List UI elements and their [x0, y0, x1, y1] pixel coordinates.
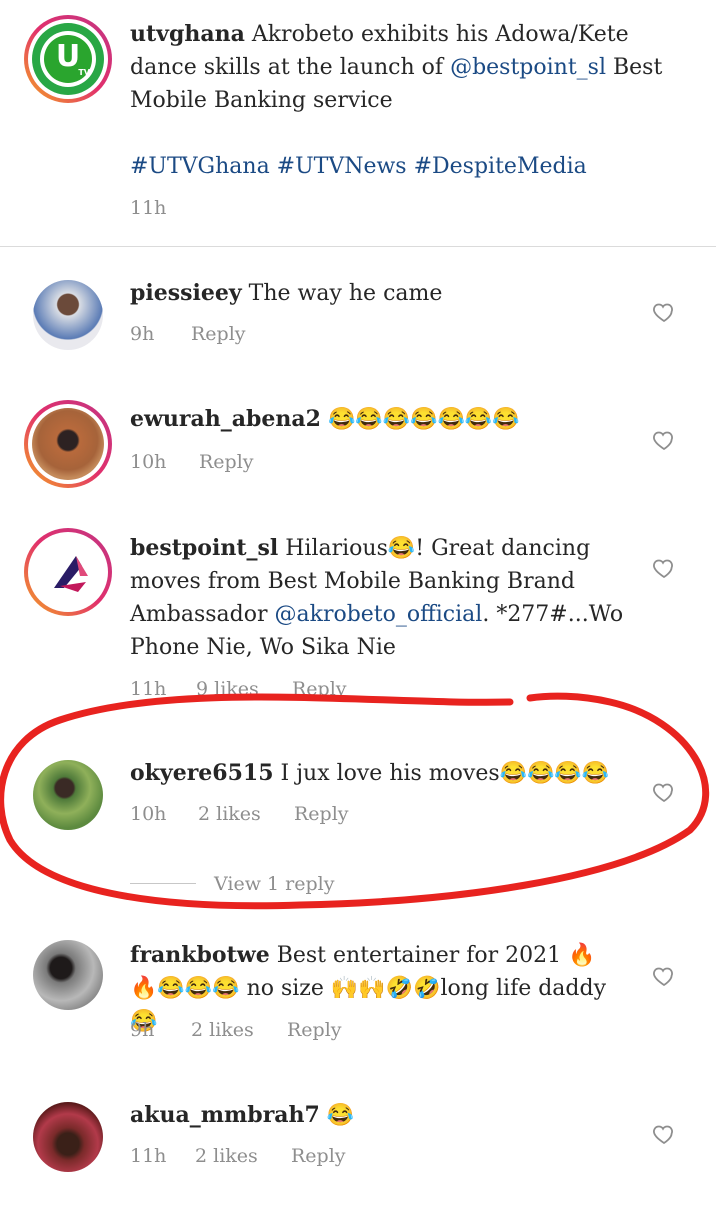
hashtags[interactable]: #UTVGhana #UTVNews #DespiteMedia	[130, 154, 587, 179]
avatar[interactable]	[33, 1102, 103, 1172]
utv-logo: U TV	[44, 35, 92, 83]
heart-icon[interactable]	[652, 964, 676, 988]
heart-icon[interactable]	[652, 428, 676, 452]
post-username[interactable]: utvghana	[130, 21, 245, 47]
likes-count[interactable]: 2 likes	[191, 1019, 254, 1041]
comment-text: 😂😂😂😂😂😂😂	[327, 407, 520, 432]
comment-username[interactable]: piessieey	[130, 280, 242, 306]
comment-username[interactable]: bestpoint_sl	[130, 535, 278, 561]
comment-username[interactable]: frankbotwe	[130, 942, 270, 968]
heart-icon[interactable]	[652, 556, 676, 580]
post-avatar[interactable]: U TV	[24, 15, 112, 103]
comment-username[interactable]: akua_mmbrah7	[130, 1102, 320, 1128]
post-time: 11h	[130, 197, 167, 219]
bestpoint-logo	[54, 556, 88, 592]
mention-link[interactable]: @akrobeto_official	[275, 602, 483, 627]
comment-text: The way he came	[248, 281, 443, 306]
mention-link[interactable]: @bestpoint_sl	[450, 55, 606, 80]
reply-button[interactable]: Reply	[291, 1145, 346, 1167]
reply-button[interactable]: Reply	[191, 323, 246, 345]
comment-time: 9h	[130, 1019, 155, 1041]
heart-icon[interactable]	[652, 300, 676, 324]
comment-time: 9h	[130, 323, 155, 345]
comment-username[interactable]: ewurah_abena2	[130, 406, 321, 432]
avatar[interactable]	[33, 280, 103, 350]
post-caption: utvghana Akrobeto exhibits his Adowa/Ket…	[130, 21, 663, 179]
red-annotation-circle	[0, 692, 710, 910]
avatar[interactable]	[24, 400, 112, 488]
reply-button[interactable]: Reply	[199, 451, 254, 473]
heart-icon[interactable]	[652, 1122, 676, 1146]
likes-count[interactable]: 2 likes	[195, 1145, 258, 1167]
comment-time: 10h	[130, 451, 167, 473]
comment-text: 😂	[326, 1103, 355, 1128]
comment-time: 11h	[130, 1145, 167, 1167]
avatar[interactable]	[33, 940, 103, 1010]
divider	[0, 246, 716, 247]
avatar[interactable]	[24, 528, 112, 616]
reply-button[interactable]: Reply	[287, 1019, 342, 1041]
